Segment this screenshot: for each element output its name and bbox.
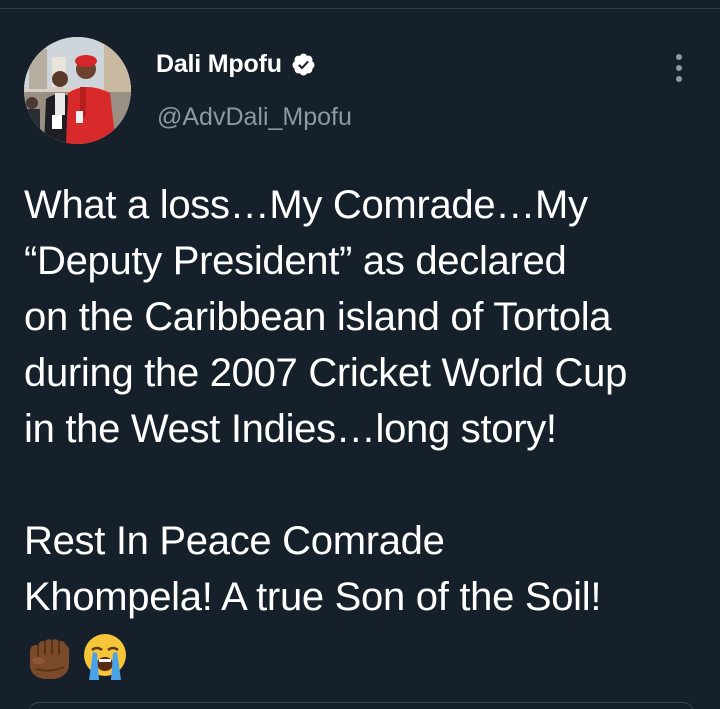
avatar-photo	[24, 37, 131, 144]
tweet-line: on the Caribbean island of Tortola	[24, 295, 612, 339]
tweet-line: during the 2007 Cricket World Cup	[24, 351, 628, 395]
tweet-line: Rest In Peace Comrade	[24, 519, 445, 563]
tweet-line: in the West Indies…long story!	[24, 407, 557, 451]
tweet-text: What a loss…My Comrade…My “Deputy Presid…	[24, 177, 714, 680]
verified-badge-icon	[292, 53, 315, 76]
dot	[676, 54, 682, 60]
dot	[676, 76, 682, 82]
tweet-line: What a loss…My Comrade…My	[24, 183, 588, 227]
display-name[interactable]: Dali Mpofu	[156, 50, 282, 79]
tweet-paragraph-2: Rest In Peace Comrade Khompela! A true S…	[24, 513, 714, 625]
tweet-paragraph-1: What a loss…My Comrade…My “Deputy Presid…	[24, 177, 714, 457]
avatar[interactable]	[24, 37, 131, 144]
divider	[0, 8, 720, 9]
author-name-row[interactable]: Dali Mpofu	[156, 50, 316, 79]
author-handle[interactable]: @AdvDali_Mpofu	[157, 103, 352, 132]
emoji-row	[24, 631, 714, 680]
tweet-card: Dali Mpofu @AdvDali_Mpofu What a loss…My…	[0, 0, 720, 709]
dot	[676, 65, 682, 71]
more-options-icon[interactable]	[668, 52, 690, 84]
loudly-crying-face-icon	[84, 634, 126, 680]
tweet-line: Khompela! A true Son of the Soil!	[24, 575, 602, 619]
tweet-line: “Deputy President” as declared	[24, 239, 567, 283]
quoted-content-edge[interactable]	[28, 702, 694, 709]
raised-fist-dark-skin-icon	[30, 639, 70, 679]
